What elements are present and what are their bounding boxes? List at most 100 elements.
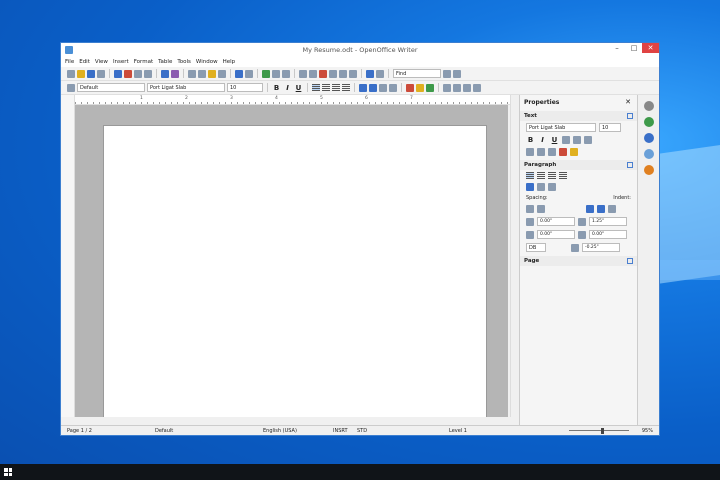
windows-start-icon[interactable] [4, 468, 12, 476]
font-name-select[interactable]: Port Ligat Slab [147, 83, 225, 92]
background-color-icon[interactable] [426, 83, 434, 92]
more-options-icon[interactable] [627, 113, 633, 119]
menu-edit[interactable]: Edit [79, 59, 90, 65]
styles-deck-icon[interactable] [643, 133, 654, 143]
highlight-icon[interactable] [416, 83, 424, 92]
undo-icon[interactable] [235, 69, 243, 78]
sidebar-numbering-icon[interactable] [537, 183, 545, 191]
decrease-indent-icon[interactable] [379, 83, 387, 92]
gallery-deck-icon[interactable] [643, 149, 654, 159]
gallery-icon[interactable] [319, 69, 327, 78]
align-center-icon[interactable] [322, 84, 330, 91]
para-below-icon[interactable] [473, 83, 481, 92]
after-text-spin[interactable]: 0.00" [589, 230, 627, 239]
increase-spacing-icon[interactable] [526, 205, 534, 213]
find-box[interactable]: Find [393, 69, 441, 78]
spellcheck-icon[interactable] [161, 69, 169, 78]
font-color-icon[interactable] [406, 83, 414, 92]
superscript-icon[interactable] [584, 136, 592, 144]
autospell-icon[interactable] [171, 69, 179, 78]
menu-tools[interactable]: Tools [177, 59, 191, 65]
more-options-icon[interactable] [627, 258, 633, 264]
whats-this-icon[interactable] [376, 69, 384, 78]
sidebar-underline-button[interactable]: U [550, 136, 559, 144]
redo-icon[interactable] [245, 69, 253, 78]
document-page[interactable] [103, 125, 487, 425]
sidebar-align-center-icon[interactable] [537, 172, 545, 179]
minimize-button[interactable]: – [609, 43, 625, 53]
decrease-indent-icon[interactable] [597, 205, 605, 213]
increase-indent-icon[interactable] [586, 205, 594, 213]
horizontal-scrollbar[interactable] [75, 417, 519, 425]
sidebar-close-button[interactable]: ✕ [625, 98, 631, 106]
para-above-icon[interactable] [463, 83, 471, 92]
justify-icon[interactable] [342, 84, 350, 91]
find-previous-icon[interactable] [453, 69, 461, 78]
show-draw-icon[interactable] [282, 69, 290, 78]
bold-button[interactable]: B [272, 84, 281, 92]
zoom-slider-thumb[interactable] [601, 428, 604, 434]
styles-icon[interactable] [67, 83, 75, 92]
hyperlink-icon[interactable] [262, 69, 270, 78]
menu-help[interactable]: Help [223, 59, 236, 65]
zoom-icon[interactable] [349, 69, 357, 78]
sidebar-font-color-icon[interactable] [559, 148, 567, 156]
increase-indent-icon[interactable] [389, 83, 397, 92]
sidebar-font-select[interactable]: Port Ligat Slab [526, 123, 596, 132]
menu-insert[interactable]: Insert [113, 59, 129, 65]
align-right-icon[interactable] [332, 84, 340, 91]
para-background-icon[interactable] [548, 183, 556, 191]
grow-font-icon[interactable] [526, 148, 534, 156]
font-size-select[interactable]: 10 [227, 83, 263, 92]
more-options-icon[interactable] [627, 162, 633, 168]
help-icon[interactable] [366, 69, 374, 78]
paragraph-style-select[interactable]: Default [77, 83, 145, 92]
sidebar-highlight-icon[interactable] [570, 148, 578, 156]
find-next-icon[interactable] [443, 69, 451, 78]
table-icon[interactable] [272, 69, 280, 78]
navigator-deck-icon[interactable] [643, 165, 654, 175]
sidebar-justify-icon[interactable] [559, 172, 567, 179]
para-style-icon[interactable] [443, 83, 451, 92]
clone-format-icon[interactable] [218, 69, 226, 78]
export-pdf-icon[interactable] [124, 69, 132, 78]
sidebar-align-left-icon[interactable] [526, 172, 534, 179]
below-paragraph-spin[interactable]: 0.00" [537, 230, 575, 239]
sidebar-menu-icon[interactable] [643, 101, 654, 111]
shadow-icon[interactable] [573, 136, 581, 144]
decrease-spacing-icon[interactable] [537, 205, 545, 213]
paragraph-section-header[interactable]: Paragraph [520, 160, 637, 170]
maximize-button[interactable]: □ [626, 43, 642, 53]
strikethrough-icon[interactable] [562, 136, 570, 144]
char-spacing-icon[interactable] [548, 148, 556, 156]
above-paragraph-spin[interactable]: 0.00" [537, 217, 575, 226]
bullets-icon[interactable] [369, 83, 377, 92]
sidebar-bold-button[interactable]: B [526, 136, 535, 144]
save-icon[interactable] [87, 69, 95, 78]
underline-button[interactable]: U [294, 84, 303, 92]
zoom-slider[interactable] [569, 430, 629, 431]
before-text-spin[interactable]: 1.25" [589, 217, 627, 226]
shrink-font-icon[interactable] [537, 148, 545, 156]
sidebar-italic-button[interactable]: I [538, 136, 547, 144]
vertical-scrollbar[interactable] [510, 95, 519, 417]
menu-format[interactable]: Format [134, 59, 153, 65]
sidebar-size-select[interactable]: 10 [599, 123, 621, 132]
page-section-header[interactable]: Page [520, 256, 637, 266]
email-icon[interactable] [97, 69, 105, 78]
italic-button[interactable]: I [283, 84, 292, 92]
numbering-icon[interactable] [359, 83, 367, 92]
open-icon[interactable] [77, 69, 85, 78]
paste-icon[interactable] [208, 69, 216, 78]
text-section-header[interactable]: Text [520, 111, 637, 121]
menu-window[interactable]: Window [196, 59, 218, 65]
sidebar-align-right-icon[interactable] [548, 172, 556, 179]
menu-view[interactable]: View [95, 59, 108, 65]
align-left-icon[interactable] [312, 84, 320, 91]
properties-deck-icon[interactable] [643, 117, 654, 127]
navigator-icon[interactable] [309, 69, 317, 78]
line-spacing-icon[interactable] [453, 83, 461, 92]
print-preview-icon[interactable] [144, 69, 152, 78]
hanging-indent-icon[interactable] [608, 205, 616, 213]
print-icon[interactable] [134, 69, 142, 78]
